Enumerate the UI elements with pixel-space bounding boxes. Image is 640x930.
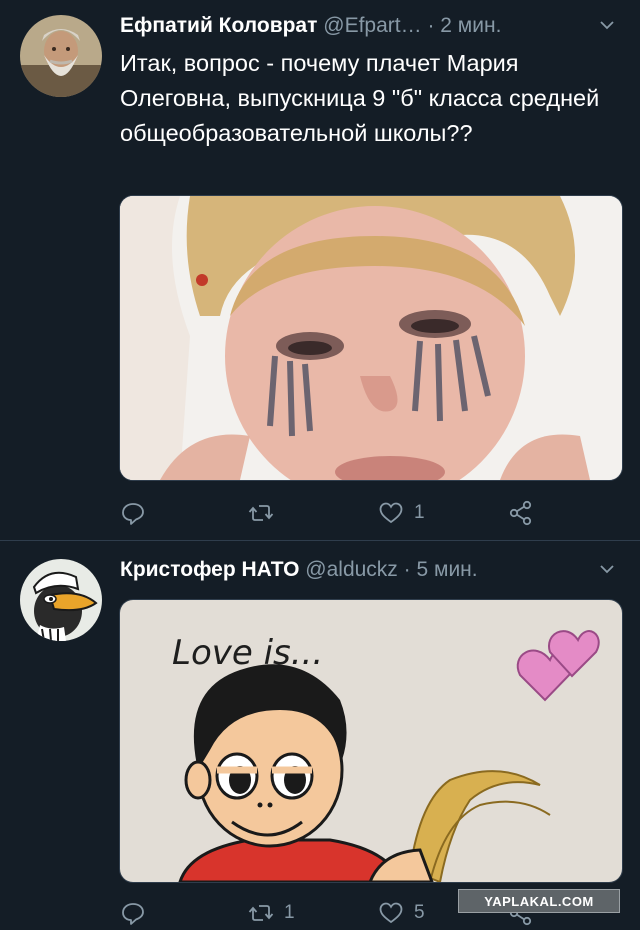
like-count: 5 bbox=[414, 902, 425, 923]
author-name[interactable]: Кристофер НАТО bbox=[120, 558, 299, 581]
crying-woman-photo-icon bbox=[120, 196, 622, 480]
love-is-cartoon-icon: Love is... bbox=[120, 600, 622, 882]
timestamp[interactable]: 2 мин. bbox=[440, 14, 501, 37]
tweet[interactable]: Кристофер НАТО @alduckz · 5 мин. Love is… bbox=[0, 541, 640, 928]
love-is-caption: Love is... bbox=[172, 633, 323, 673]
avatar[interactable] bbox=[20, 559, 102, 641]
reply-icon bbox=[122, 903, 144, 925]
tweet[interactable]: Ефпатий Коловрат @Efpart… · 2 мин. Итак,… bbox=[0, 0, 640, 540]
retweet-icon bbox=[248, 905, 274, 921]
watermark: YAPLAKAL.COM bbox=[458, 889, 620, 913]
retweet-icon bbox=[248, 505, 274, 521]
chevron-down-icon[interactable] bbox=[598, 560, 616, 578]
heart-icon bbox=[379, 902, 403, 924]
author-handle[interactable]: @alduckz bbox=[305, 558, 398, 581]
like-count: 1 bbox=[414, 502, 425, 523]
author-handle[interactable]: @Efpart… bbox=[323, 14, 421, 37]
tweet-photo[interactable]: Love is... bbox=[119, 599, 623, 883]
share-icon bbox=[509, 500, 532, 526]
tweet-actions: 1 bbox=[120, 496, 600, 530]
retweet-button[interactable] bbox=[248, 496, 284, 530]
retweet-count: 1 bbox=[284, 902, 295, 923]
author-name[interactable]: Ефпатий Коловрат bbox=[120, 14, 317, 37]
chevron-down-icon[interactable] bbox=[598, 16, 616, 34]
timestamp[interactable]: 5 мин. bbox=[417, 558, 478, 581]
tweet-header: Кристофер НАТО @alduckz · 5 мин. bbox=[120, 556, 620, 588]
separator: · bbox=[427, 14, 435, 37]
reply-button[interactable] bbox=[120, 496, 156, 530]
heart-icon bbox=[379, 502, 403, 524]
separator: · bbox=[403, 558, 411, 581]
tweet-text: Итак, вопрос - почему плачет Мария Олего… bbox=[120, 50, 600, 146]
bearded-man-avatar-icon bbox=[20, 15, 102, 97]
duck-cartoon-avatar-icon bbox=[20, 559, 102, 641]
like-button[interactable]: 5 bbox=[378, 896, 425, 930]
like-button[interactable]: 1 bbox=[378, 496, 425, 530]
tweet-photo[interactable] bbox=[119, 195, 623, 481]
tweet-header: Ефпатий Коловрат @Efpart… · 2 мин. bbox=[120, 12, 620, 44]
reply-button[interactable] bbox=[120, 896, 156, 930]
reply-icon bbox=[122, 503, 144, 525]
share-button[interactable] bbox=[508, 496, 534, 530]
retweet-button[interactable]: 1 bbox=[248, 896, 295, 930]
avatar[interactable] bbox=[20, 15, 102, 97]
